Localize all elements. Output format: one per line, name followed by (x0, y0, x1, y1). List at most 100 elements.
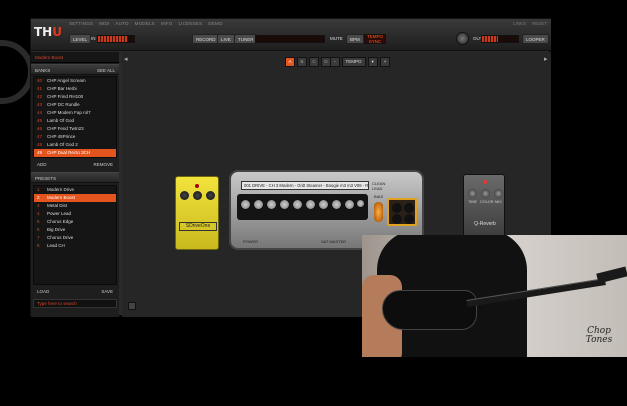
load-preset-button[interactable]: LOAD (33, 287, 53, 296)
amp-knob-3[interactable] (266, 199, 277, 210)
cabinet-icon[interactable] (387, 198, 417, 226)
bank-list-item[interactable]: 44 CHP Modern Fap rol7 (34, 109, 116, 117)
banks-list: 40 CHP Angel Scream 41 CHP Bar Herbi 42 CHP F… (33, 76, 117, 158)
amp-knob-10[interactable] (356, 199, 365, 208)
bank-list-item[interactable]: 45 Lamb Of God (34, 117, 116, 125)
presets-list: 1 Modern Drive 2 Modern Boost 3 Metal Dist 4 Po… (33, 185, 117, 285)
menu-item-settings[interactable]: SETTINGS (69, 21, 93, 26)
drive-pedal[interactable]: SDriveOne (175, 176, 219, 250)
sat-master-label: SAT MASTER (321, 239, 347, 244)
amp-knob-7[interactable] (318, 199, 329, 210)
bank-list-item[interactable]: 48 Lamb Of God 2 (34, 141, 116, 149)
add-bank-button[interactable]: ADD (33, 160, 51, 169)
menu-item-demo[interactable]: DEMO (208, 21, 222, 26)
tempo-minus-button[interactable]: - (330, 57, 340, 67)
preset-list-item[interactable]: 6 Big Drive (34, 226, 116, 234)
banks-controls: ADD REMOVE (33, 160, 117, 169)
amp-knob-1[interactable] (240, 199, 251, 210)
right-arrow-icon[interactable]: ▸ (544, 56, 549, 64)
amp-knob-2[interactable] (253, 199, 264, 210)
top-toolbar: THU SETTINGS MIDI AUTO MODELS INFO LICEN… (31, 19, 551, 51)
menu-item-links[interactable]: LINKS (513, 21, 526, 26)
amp-control-panel (237, 194, 368, 220)
preset-search-input[interactable]: Type here to search (33, 299, 117, 308)
bank-list-item[interactable]: 46 CHP Fend TwIn23 (34, 125, 116, 133)
browser-panel: Modern Boost BANKS SEE ALL 40 CHP Angel S… (31, 52, 119, 317)
looper-button[interactable]: LOOPER (522, 34, 549, 44)
reverb-time-knob[interactable] (468, 189, 477, 198)
drive-pedal-name: SDriveOne (179, 222, 217, 231)
main-menu: SETTINGS MIDI AUTO MODELS INFO LICENSES … (69, 21, 223, 26)
right-menu: LINKS RESET (513, 21, 547, 26)
bank-list-item[interactable]: 47 CHP 45Prince (34, 133, 116, 141)
tuner-display (255, 35, 325, 43)
remove-bank-button[interactable]: REMOVE (89, 160, 117, 169)
bank-list-item[interactable]: 41 CHP Bar Herbi (34, 85, 116, 93)
menu-item-models[interactable]: MODELS (135, 21, 155, 26)
tempo-value[interactable]: TEMPO (341, 57, 366, 67)
left-arrow-icon[interactable]: ◂ (124, 56, 129, 64)
power-switch[interactable]: POWER (243, 239, 258, 244)
power-tube-icon[interactable] (374, 202, 383, 222)
amp-knob-4[interactable] (279, 199, 290, 210)
preset-list-item[interactable]: 4 Power Lead (34, 210, 116, 218)
bpm-button[interactable]: BPM (346, 34, 364, 44)
preset-list-item[interactable]: 5 Chorus Edge (34, 218, 116, 226)
drive-knob-1[interactable] (180, 191, 189, 200)
output-knob[interactable] (456, 32, 469, 45)
record-button[interactable]: RECORD (192, 34, 220, 44)
amp-knob-8[interactable] (331, 199, 342, 210)
menu-item-reset[interactable]: RESET (532, 21, 547, 26)
webcam-overlay: Chop Tones (362, 235, 627, 357)
drive-led-icon (195, 184, 199, 188)
presets-header: PRESETS (31, 172, 119, 183)
preset-list-item[interactable]: 2 Modern Boost (34, 194, 116, 202)
slot-a-button[interactable]: A (285, 57, 295, 67)
tuner-button[interactable]: TUNER (234, 34, 258, 44)
reverb-time-label: TIME (468, 200, 478, 204)
amp-knob-5[interactable] (292, 199, 303, 210)
reverb-pedal-name: Q-Reverb (474, 221, 496, 227)
slot-b-button[interactable]: B (297, 57, 307, 67)
bank-list-item[interactable]: 42 CHP Frind RH100 (34, 93, 116, 101)
amp-knob-6[interactable] (305, 199, 316, 210)
drive-knob-3[interactable] (206, 191, 215, 200)
banks-header: BANKS SEE ALL (31, 64, 119, 75)
menu-item-auto[interactable]: AUTO (115, 21, 128, 26)
reverb-mix-knob[interactable] (494, 189, 503, 198)
input-level-meter[interactable] (97, 35, 135, 43)
grid-view-icon[interactable] (128, 302, 136, 310)
presets-controls: LOAD SAVE (33, 287, 117, 296)
tempo-dropdown-icon[interactable]: ▾ (367, 57, 378, 67)
amp-knob-9[interactable] (344, 199, 355, 210)
reverb-mix-label: MIX (495, 200, 502, 204)
tempo-control: - TEMPO ▾ + (330, 57, 391, 67)
output-level-meter[interactable] (481, 35, 519, 43)
bank-list-item[interactable]: 40 CHP Angel Scream (34, 77, 116, 85)
menu-item-licenses[interactable]: LICENSES (178, 21, 202, 26)
save-preset-button[interactable]: SAVE (97, 287, 117, 296)
brand-logo: Chop Tones (585, 326, 613, 345)
mute-button[interactable]: MUTE (327, 34, 346, 44)
decorative-ring (0, 40, 34, 104)
preset-list-item[interactable]: 8 Lead CH (34, 242, 116, 250)
bank-folder[interactable]: Modern Boost (31, 52, 119, 63)
drive-knob-2[interactable] (193, 191, 202, 200)
amp-model-display[interactable]: 001 DRIVE - CH 3 Modern - Gritt Steamer … (241, 181, 369, 190)
bank-list-item[interactable]: 43 CHP DC Rundle (34, 101, 116, 109)
slot-c-button[interactable]: C (309, 57, 319, 67)
slot-selector: A B C D (285, 57, 331, 67)
bias-label: BIAS (374, 194, 384, 199)
live-button[interactable]: LIVE (217, 34, 235, 44)
tempo-display[interactable]: TEMPO SYNC (364, 34, 386, 44)
tempo-plus-button[interactable]: + (379, 57, 391, 67)
menu-item-info[interactable]: INFO (161, 21, 173, 26)
reverb-color-knob[interactable] (481, 189, 490, 198)
bank-list-item[interactable]: 49 CHP Dual Recto 3CH (34, 149, 116, 157)
menu-item-midi[interactable]: MIDI (99, 21, 109, 26)
see-all-button[interactable]: SEE ALL (97, 68, 115, 73)
channel-switch[interactable]: CLEAN LEAD (372, 181, 412, 191)
preset-list-item[interactable]: 7 Chorus Drive (34, 234, 116, 242)
preset-list-item[interactable]: 1 Modern Drive (34, 186, 116, 194)
preset-list-item[interactable]: 3 Metal Dist (34, 202, 116, 210)
